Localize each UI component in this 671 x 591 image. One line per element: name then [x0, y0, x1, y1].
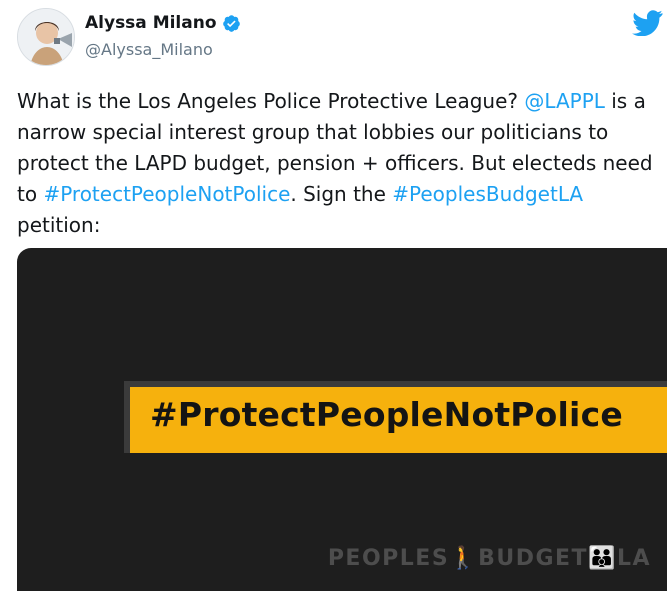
- author-name-row[interactable]: Alyssa Milano: [85, 13, 241, 33]
- avatar-image: [18, 9, 74, 65]
- author-name[interactable]: Alyssa Milano: [85, 13, 217, 33]
- verified-badge-icon: [222, 14, 240, 32]
- twitter-bird-icon[interactable]: [632, 10, 663, 36]
- hashtag-link[interactable]: #PeoplesBudgetLA: [392, 182, 583, 206]
- author-handle[interactable]: @Alyssa_Milano: [85, 40, 213, 59]
- hashtag-link[interactable]: #ProtectPeopleNotPolice: [43, 182, 290, 206]
- media-wordmark: PEOPLES🚶BUDGET👪LA: [327, 546, 651, 571]
- mention-link[interactable]: @LAPPL: [524, 89, 605, 113]
- tweet-text-part: What is the Los Angeles Police Protectiv…: [17, 89, 525, 113]
- media-image[interactable]: #ProtectPeopleNotPolice PEOPLES🚶BUDGET👪L…: [17, 248, 667, 591]
- tweet-text: What is the Los Angeles Police Protectiv…: [17, 86, 667, 241]
- tweet-text-part: . Sign the: [290, 182, 393, 206]
- avatar[interactable]: [17, 8, 75, 66]
- media-banner: #ProtectPeopleNotPolice: [124, 381, 667, 453]
- media-banner-text: #ProtectPeopleNotPolice: [150, 395, 623, 434]
